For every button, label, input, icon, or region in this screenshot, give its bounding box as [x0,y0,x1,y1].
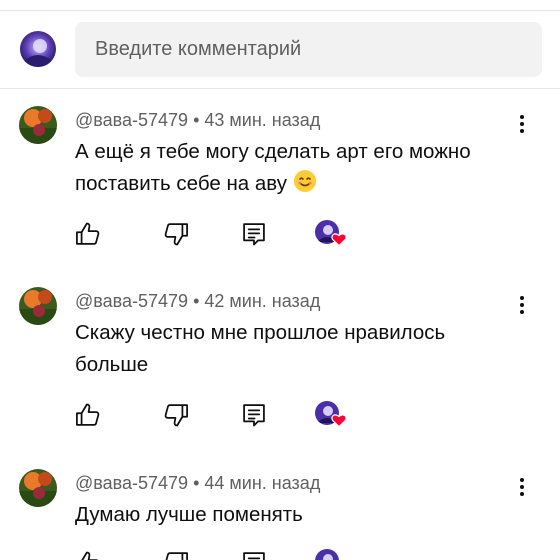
comment-time[interactable]: 42 мин. назад [204,291,320,311]
current-user-avatar[interactable] [20,31,56,67]
comment-actions [0,220,560,250]
creator-heart-badge [315,401,349,431]
reply-comment-icon[interactable] [240,220,268,248]
smiling-face-emoji [293,169,317,193]
thumb-down-icon[interactable] [162,220,190,248]
author-avatar[interactable] [19,469,57,507]
creator-heart-badge [315,220,349,250]
comment-time[interactable]: 43 мин. назад [204,110,320,130]
comment-time[interactable]: 44 мин. назад [204,473,320,493]
comment-text-body: Думаю лучше поменять [75,503,303,526]
author-avatar[interactable] [19,106,57,144]
thumb-down-icon[interactable] [162,401,190,429]
meta-separator: • [193,291,200,311]
comment-author[interactable]: @вава-57479 [75,473,188,493]
comment-text: Думаю лучше поменять [75,499,515,531]
comment-text: Скажу честно мне прошлое нравилось больш… [75,317,515,381]
reply-comment-icon[interactable] [240,549,268,560]
more-vertical-icon[interactable] [510,475,534,499]
comment-text: А ещё я тебе могу сделать арт его можно … [75,136,515,200]
comment-author[interactable]: @вава-57479 [75,291,188,311]
thumb-up-icon[interactable] [74,401,102,429]
comment-actions [0,549,560,560]
comment-composer [0,22,560,78]
heart-icon [331,231,347,247]
comment-text-body: А ещё я тебе могу сделать арт его можно … [75,140,471,195]
reply-comment-icon[interactable] [240,401,268,429]
comment-author[interactable]: @вава-57479 [75,110,188,130]
meta-separator: • [193,473,200,493]
creator-avatar [315,549,339,560]
thumb-up-icon[interactable] [74,549,102,560]
creator-heart-badge [315,549,349,560]
thumb-down-icon[interactable] [162,549,190,560]
author-avatar[interactable] [19,287,57,325]
comment-meta: @вава-57479 • 44 мин. назад [75,473,320,494]
meta-separator: • [193,110,200,130]
thumb-up-icon[interactable] [74,220,102,248]
heart-icon [331,412,347,428]
comment-meta: @вава-57479 • 43 мин. назад [75,110,320,131]
comment-text-body: Скажу честно мне прошлое нравилось больш… [75,321,446,376]
comment-meta: @вава-57479 • 42 мин. назад [75,291,320,312]
comment-input[interactable] [75,22,542,77]
top-divider [0,10,560,11]
comment-actions [0,401,560,431]
more-vertical-icon[interactable] [510,112,534,136]
more-vertical-icon[interactable] [510,293,534,317]
composer-divider [0,88,560,89]
